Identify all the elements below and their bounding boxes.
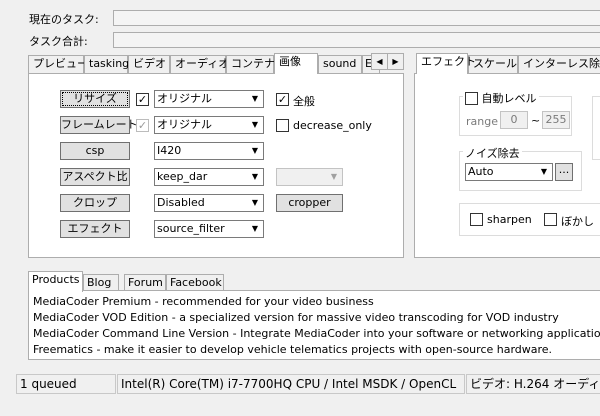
decrease-only-label: decrease_only bbox=[293, 119, 372, 132]
chevron-down-icon: ▼ bbox=[330, 172, 338, 181]
sharpen-label: sharpen bbox=[487, 213, 532, 226]
effect-select[interactable]: source_filter ▼ bbox=[154, 220, 264, 238]
csp-button[interactable]: csp bbox=[60, 142, 130, 160]
product-link-freematics[interactable]: Freematics - make it easier to develop v… bbox=[33, 343, 552, 356]
range-label: range bbox=[466, 115, 498, 128]
chevron-down-icon: ▼ bbox=[540, 167, 548, 176]
tab-video[interactable]: ビデオ bbox=[128, 55, 170, 73]
total-task-progress bbox=[113, 32, 600, 48]
chevron-down-icon: ▼ bbox=[251, 94, 259, 103]
tab-scroll-right-button[interactable]: ▶ bbox=[387, 53, 404, 70]
aspect-ratio-button[interactable]: アスペクト比 bbox=[60, 168, 130, 186]
settings-tabstrip: プレビュー tasking ビデオ オーディオ コンテナ 画像 sound E … bbox=[28, 53, 408, 75]
decrease-only-checkbox[interactable] bbox=[276, 119, 289, 132]
cropper-button[interactable]: cropper bbox=[276, 194, 343, 212]
status-codec: ビデオ: H.264 オーディ bbox=[466, 374, 600, 394]
denoise-label: ノイズ除去 bbox=[463, 145, 522, 161]
blur-label: ぼかし bbox=[561, 215, 594, 228]
tab-deinterlace[interactable]: インターレス除去 bbox=[518, 55, 600, 73]
tab-container[interactable]: コンテナ bbox=[226, 55, 275, 73]
chevron-down-icon: ▼ bbox=[251, 120, 259, 129]
range-to-input[interactable]: 255 bbox=[542, 111, 570, 129]
resize-button[interactable]: リサイズ bbox=[60, 90, 130, 108]
aspect-ratio-select[interactable]: keep_dar ▼ bbox=[154, 168, 264, 186]
resize-checkbox[interactable]: ✓ bbox=[136, 93, 149, 106]
chevron-down-icon: ▼ bbox=[251, 198, 259, 207]
blur-checkbox[interactable] bbox=[544, 213, 557, 226]
framerate-select[interactable]: オリジナル ▼ bbox=[154, 116, 264, 134]
crop-select[interactable]: Disabled ▼ bbox=[154, 194, 264, 212]
tab-tasking[interactable]: tasking bbox=[84, 55, 129, 73]
all-checkbox[interactable]: ✓ bbox=[276, 93, 289, 106]
tab-scroll-left-button[interactable]: ◀ bbox=[371, 53, 388, 70]
total-task-label: タスク合計: bbox=[29, 35, 88, 48]
auto-level-label: 自動レベル bbox=[481, 92, 537, 105]
current-task-progress bbox=[113, 10, 600, 26]
check-icon: ✓ bbox=[277, 93, 288, 106]
product-link-cli[interactable]: MediaCoder Command Line Version - Integr… bbox=[33, 327, 600, 340]
tab-effects[interactable]: エフェクト bbox=[416, 53, 476, 74]
status-queued: 1 queued bbox=[16, 374, 116, 394]
tab-blog[interactable]: Blog bbox=[83, 274, 119, 291]
framerate-button[interactable]: フレームレート bbox=[60, 116, 138, 134]
tab-sound[interactable]: sound bbox=[318, 55, 362, 73]
tab-facebook[interactable]: Facebook bbox=[166, 274, 224, 291]
chevron-down-icon: ▼ bbox=[251, 172, 259, 181]
check-icon: ✓ bbox=[137, 93, 148, 106]
crop-button[interactable]: クロップ bbox=[60, 194, 130, 212]
tab-image[interactable]: 画像 bbox=[274, 53, 318, 74]
product-link-vod[interactable]: MediaCoder VOD Edition - a specialized v… bbox=[33, 311, 559, 324]
product-link-premium[interactable]: MediaCoder Premium - recommended for you… bbox=[33, 295, 374, 308]
denoise-select[interactable]: Auto ▼ bbox=[465, 163, 553, 181]
arrow-right-icon: ▶ bbox=[392, 57, 399, 66]
tab-preview[interactable]: プレビュー bbox=[28, 55, 88, 73]
chevron-down-icon: ▼ bbox=[251, 224, 259, 233]
effect-button[interactable]: エフェクト bbox=[60, 220, 130, 238]
status-cpu: Intel(R) Core(TM) i7-7700HQ CPU / Intel … bbox=[117, 374, 465, 394]
tab-audio[interactable]: オーディオ bbox=[170, 55, 229, 73]
side-group bbox=[592, 96, 600, 160]
auto-level-checkbox[interactable] bbox=[465, 91, 478, 105]
sharpen-checkbox[interactable] bbox=[470, 213, 483, 226]
framerate-checkbox[interactable]: ✓ bbox=[136, 119, 149, 132]
resize-select[interactable]: オリジナル ▼ bbox=[154, 90, 264, 108]
check-icon: ✓ bbox=[137, 119, 148, 132]
range-from-input[interactable]: 0 bbox=[500, 111, 528, 129]
csp-select[interactable]: I420 ▼ bbox=[154, 142, 264, 160]
auto-level-legend: 自動レベル bbox=[463, 90, 539, 106]
current-task-label: 現在のタスク: bbox=[29, 13, 99, 26]
all-label: 全般 bbox=[293, 95, 315, 108]
denoise-more-button[interactable]: ... bbox=[555, 163, 573, 181]
range-separator: ~ bbox=[531, 114, 541, 127]
tab-products[interactable]: Products bbox=[28, 271, 83, 292]
aspect-ratio-value-select[interactable]: ▼ bbox=[276, 168, 343, 186]
tab-forum[interactable]: Forum bbox=[124, 274, 166, 291]
chevron-down-icon: ▼ bbox=[251, 146, 259, 155]
arrow-left-icon: ◀ bbox=[376, 57, 383, 66]
